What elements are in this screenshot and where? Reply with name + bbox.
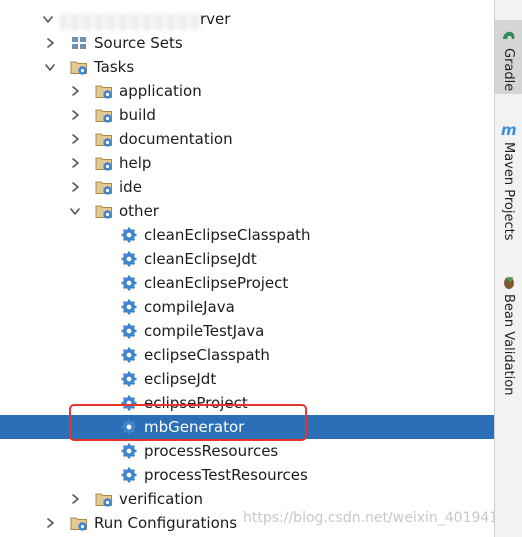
- blurred-project-name: [60, 14, 200, 30]
- task-row[interactable]: compileTestJava: [0, 319, 494, 343]
- gear-icon: [120, 322, 138, 340]
- task-row[interactable]: processTestResources: [0, 463, 494, 487]
- folder-gear-icon: [95, 130, 113, 148]
- task-label: cleanEclipseJdt: [144, 250, 257, 268]
- right-tool-window-bar: Gradle m Maven Projects Bean Validation: [494, 0, 522, 537]
- tab-gradle-label: Gradle: [501, 48, 516, 92]
- group-label-other: other: [119, 202, 159, 220]
- gear-icon: [120, 466, 138, 484]
- bean-icon: [501, 274, 517, 294]
- task-label: compileJava: [144, 298, 235, 316]
- task-label: mbGenerator: [144, 418, 245, 436]
- group-label-ide: ide: [119, 178, 142, 196]
- folder-gear-icon: [70, 514, 88, 532]
- group-label-verification: verification: [119, 490, 204, 508]
- task-label: eclipseProject: [144, 394, 248, 412]
- chevron-right-icon[interactable]: [69, 181, 81, 193]
- task-row[interactable]: compileJava: [0, 295, 494, 319]
- folder-gear-icon: [95, 82, 113, 100]
- chevron-right-icon[interactable]: [69, 157, 81, 169]
- gear-icon: [120, 394, 138, 412]
- task-row[interactable]: cleanEclipseJdt: [0, 247, 494, 271]
- tree-row-build[interactable]: build: [0, 103, 494, 127]
- tree-row-ide[interactable]: ide: [0, 175, 494, 199]
- task-label: eclipseClasspath: [144, 346, 270, 364]
- chevron-right-icon[interactable]: [69, 109, 81, 121]
- gradle-icon: [501, 28, 517, 46]
- gear-icon: [120, 346, 138, 364]
- gear-icon: [120, 250, 138, 268]
- watermark: https://blog.csdn.net/weixin_40194150: [243, 510, 494, 526]
- folder-gear-icon: [95, 154, 113, 172]
- chevron-right-icon[interactable]: [69, 133, 81, 145]
- folder-gear-icon: [95, 202, 113, 220]
- tab-maven-projects[interactable]: m Maven Projects: [495, 118, 522, 248]
- tree-row-other[interactable]: other: [0, 199, 494, 223]
- maven-m-icon: m: [501, 121, 517, 139]
- tree-row-application[interactable]: application: [0, 79, 494, 103]
- task-label: cleanEclipseClasspath: [144, 226, 311, 244]
- tree-row-verification[interactable]: verification: [0, 487, 494, 511]
- folder-gear-icon: [70, 58, 88, 76]
- chevron-down-icon[interactable]: [69, 205, 81, 217]
- chevron-right-icon[interactable]: [44, 517, 56, 529]
- gear-icon: [120, 226, 138, 244]
- task-row[interactable]: eclipseClasspath: [0, 343, 494, 367]
- tab-bean-validation[interactable]: Bean Validation: [495, 270, 522, 400]
- group-label-application: application: [119, 82, 202, 100]
- task-label: cleanEclipseProject: [144, 274, 289, 292]
- gear-icon: [120, 298, 138, 316]
- tree-row-tasks[interactable]: Tasks: [0, 55, 494, 79]
- task-label: processTestResources: [144, 466, 308, 484]
- gradle-task-tree: rver Source Sets Tasks application build…: [0, 0, 494, 537]
- chevron-down-icon[interactable]: [44, 61, 56, 73]
- task-label: processResources: [144, 442, 279, 460]
- root-label: rver: [200, 10, 231, 28]
- gear-icon: [120, 418, 138, 436]
- folder-gear-icon: [95, 106, 113, 124]
- task-row[interactable]: processResources: [0, 439, 494, 463]
- chevron-right-icon[interactable]: [44, 37, 56, 49]
- tree-row-source-sets[interactable]: Source Sets: [0, 31, 494, 55]
- source-sets-icon: [70, 34, 88, 52]
- tab-bean-label: Bean Validation: [501, 294, 516, 396]
- gear-icon: [120, 274, 138, 292]
- chevron-right-icon[interactable]: [69, 493, 81, 505]
- gear-icon: [120, 442, 138, 460]
- task-label: eclipseJdt: [144, 370, 217, 388]
- gear-icon: [120, 370, 138, 388]
- chevron-right-icon[interactable]: [69, 85, 81, 97]
- task-label: compileTestJava: [144, 322, 265, 340]
- folder-gear-icon: [95, 490, 113, 508]
- tab-gradle[interactable]: Gradle: [495, 20, 522, 94]
- group-label-help: help: [119, 154, 152, 172]
- task-row-selected[interactable]: mbGenerator: [0, 415, 494, 439]
- task-row[interactable]: cleanEclipseProject: [0, 271, 494, 295]
- task-row[interactable]: cleanEclipseClasspath: [0, 223, 494, 247]
- source-sets-label: Source Sets: [94, 34, 183, 52]
- task-row[interactable]: eclipseJdt: [0, 367, 494, 391]
- tasks-label: Tasks: [94, 58, 135, 76]
- group-label-documentation: documentation: [119, 130, 233, 148]
- run-configurations-label: Run Configurations: [94, 514, 238, 532]
- tree-row-help[interactable]: help: [0, 151, 494, 175]
- tree-row-root[interactable]: rver: [0, 7, 494, 31]
- folder-gear-icon: [95, 178, 113, 196]
- task-row[interactable]: eclipseProject: [0, 391, 494, 415]
- tree-row-documentation[interactable]: documentation: [0, 127, 494, 151]
- chevron-down-icon[interactable]: [42, 13, 54, 25]
- tab-maven-label: Maven Projects: [501, 142, 516, 241]
- group-label-build: build: [119, 106, 156, 124]
